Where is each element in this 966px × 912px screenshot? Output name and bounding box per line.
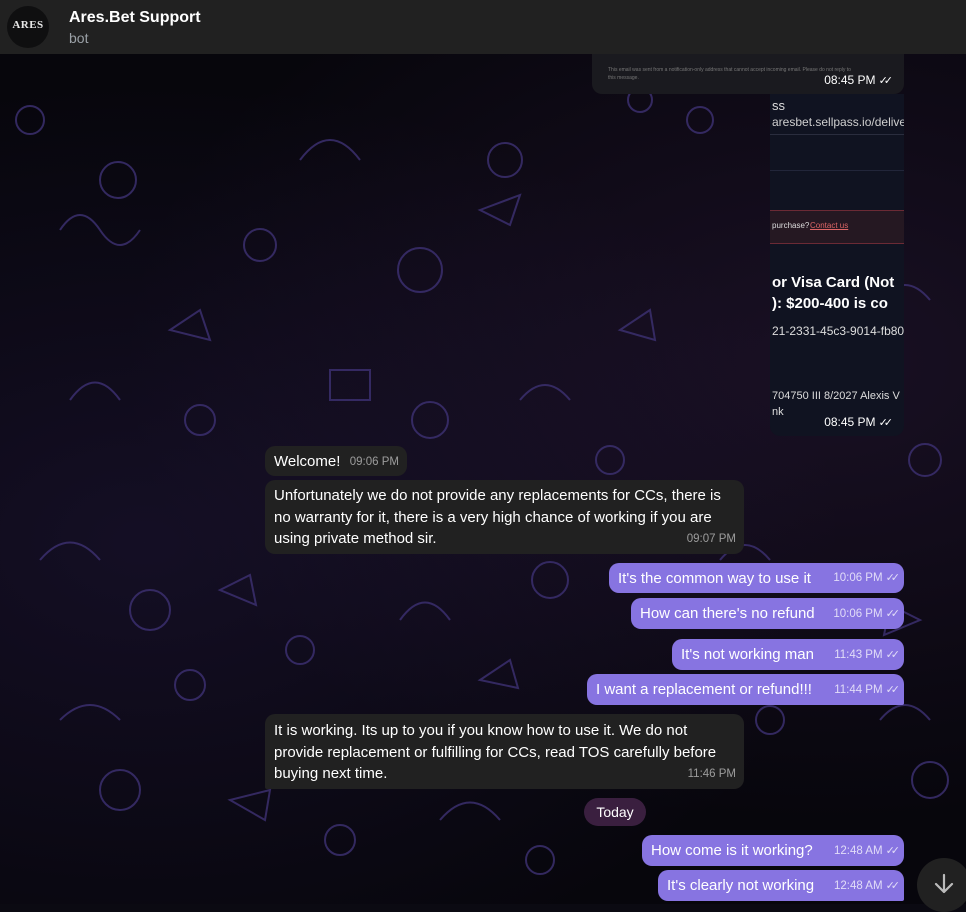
order-header-text: ss (772, 98, 785, 113)
product-title-line-2: ): $200-400 is co (772, 295, 888, 312)
message-text: It's not working man (681, 646, 814, 663)
outgoing-message[interactable]: I want a replacement or refund!!! 11:44 … (587, 674, 904, 705)
message-text: It is working. Its up to you if you know… (274, 722, 717, 782)
outgoing-message[interactable]: It's the common way to use it 10:06 PM ✓✓ (609, 563, 904, 593)
bank-name: nk (772, 406, 784, 418)
outgoing-message[interactable]: It's clearly not working 12:48 AM ✓✓ (658, 870, 904, 901)
date-separator: Today (584, 798, 646, 826)
message-text: How can there's no refund (640, 605, 815, 622)
read-ticks: ✓✓ (885, 648, 901, 661)
product-title-line-1: or Visa Card (Not (772, 274, 895, 291)
bot-avatar[interactable]: ARES (7, 6, 49, 48)
outgoing-message[interactable]: How can there's no refund 10:06 PM ✓✓ (631, 598, 904, 629)
message-time: 09:06 PM (349, 455, 399, 468)
read-ticks: ✓✓ (878, 75, 894, 87)
message-text: It's clearly not working (667, 877, 815, 894)
message-time: 12:48 AM ✓✓ (833, 844, 901, 857)
help-banner: purchase? Contact us (770, 210, 904, 244)
message-text: Unfortunately we do not provide any repl… (274, 487, 721, 547)
message-time: 11:43 PM ✓✓ (834, 648, 901, 661)
incoming-message[interactable]: Welcome! 09:06 PM (265, 446, 407, 476)
arrow-down-icon (934, 873, 954, 894)
message-text: How come is it working? (651, 842, 813, 859)
email-footer-text: This email was sent from a notification-… (608, 67, 851, 73)
read-ticks: ✓✓ (885, 571, 901, 584)
incoming-message[interactable]: It is working. Its up to you if you know… (265, 714, 744, 789)
message-time: 10:06 PM ✓✓ (833, 607, 901, 620)
read-ticks: ✓✓ (878, 417, 894, 429)
contact-link[interactable]: Contact us (810, 221, 848, 230)
divider (770, 170, 904, 171)
message-time: 08:45 PM ✓✓ (824, 415, 894, 429)
message-time: 11:46 PM (687, 767, 736, 780)
message-text: I want a replacement or refund!!! (596, 681, 812, 698)
outgoing-message[interactable]: How come is it working? 12:48 AM ✓✓ (642, 835, 904, 866)
order-image-message[interactable]: ss aresbet.sellpass.io/delivery... purch… (770, 94, 904, 436)
read-ticks: ✓✓ (885, 844, 901, 857)
card-details: 704750 III 8/2027 Alexis V (772, 390, 900, 402)
message-text: It's the common way to use it (618, 570, 811, 587)
help-text: purchase? (772, 221, 810, 230)
chat-header[interactable]: ARES Ares.Bet Support bot (0, 0, 966, 54)
message-text: Welcome! (274, 453, 341, 470)
message-time: 11:44 PM ✓✓ (834, 683, 901, 696)
message-time: 12:48 AM ✓✓ (833, 879, 901, 892)
divider (770, 134, 904, 135)
incoming-message[interactable]: Unfortunately we do not provide any repl… (265, 480, 744, 554)
order-url: aresbet.sellpass.io/delivery... (772, 115, 904, 129)
message-time: 09:07 PM (686, 532, 736, 545)
chat-title: Ares.Bet Support (69, 9, 201, 26)
ares-logo-text: ARES (12, 19, 44, 31)
chat-subtitle: bot (69, 30, 89, 46)
email-footer-text-2: this message. (608, 75, 639, 81)
read-ticks: ✓✓ (885, 683, 901, 696)
read-ticks: ✓✓ (885, 607, 901, 620)
read-ticks: ✓✓ (885, 879, 901, 892)
outgoing-message[interactable]: It's not working man 11:43 PM ✓✓ (672, 639, 904, 670)
message-time: 10:06 PM ✓✓ (833, 571, 901, 584)
message-time: 08:45 PM ✓✓ (824, 73, 894, 87)
order-id: 21-2331-45c3-9014-fb80fcc (772, 324, 904, 338)
